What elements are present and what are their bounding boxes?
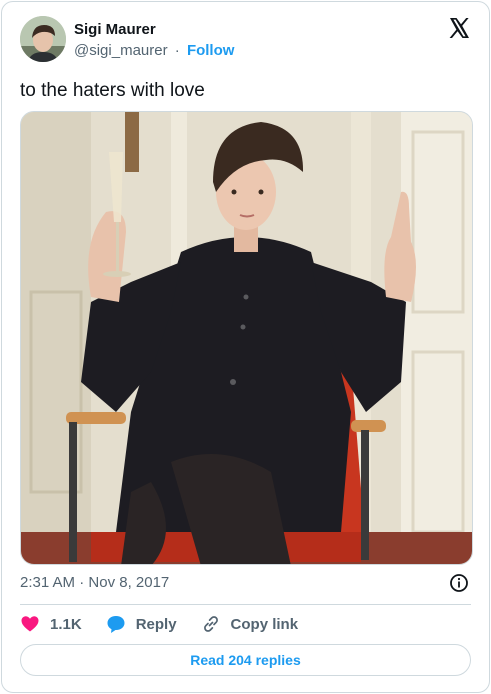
divider <box>20 604 471 605</box>
like-count: 1.1K <box>50 615 82 633</box>
photo-illustration <box>21 112 472 564</box>
tweet-photo[interactable] <box>20 111 473 565</box>
x-logo-icon[interactable] <box>447 16 471 40</box>
reply-button[interactable]: Reply <box>106 614 177 634</box>
link-icon <box>203 616 218 632</box>
tweet-header: Sigi Maurer @sigi_maurer · Follow <box>20 14 471 64</box>
timestamp-separator: · <box>79 574 85 591</box>
reply-label: Reply <box>135 615 177 633</box>
author-subline: @sigi_maurer · Follow <box>74 42 234 59</box>
tweet-actions: 1.1K Reply Copy link <box>20 614 322 634</box>
author-handle[interactable]: @sigi_maurer <box>74 42 168 59</box>
info-icon[interactable] <box>449 573 469 593</box>
tweet-time: 2:31 AM <box>20 574 76 591</box>
separator-dot: · <box>174 42 180 59</box>
tweet-date: Nov 8, 2017 <box>88 574 170 591</box>
reply-bubble-icon <box>107 616 125 633</box>
like-button[interactable]: 1.1K <box>20 614 82 634</box>
heart-icon <box>21 616 39 632</box>
tweet-timestamp[interactable]: 2:31 AM · Nov 8, 2017 <box>20 574 169 591</box>
tweet-text: to the haters with love <box>20 80 205 101</box>
copy-link-label: Copy link <box>230 615 299 633</box>
avatar[interactable] <box>20 16 66 62</box>
author-name[interactable]: Sigi Maurer <box>74 21 156 38</box>
read-replies-button[interactable]: Read 204 replies <box>20 644 471 676</box>
follow-button[interactable]: Follow <box>187 42 235 59</box>
copy-link-button[interactable]: Copy link <box>201 614 299 634</box>
tweet-embed-card: Sigi Maurer @sigi_maurer · Follow to the… <box>1 1 490 693</box>
